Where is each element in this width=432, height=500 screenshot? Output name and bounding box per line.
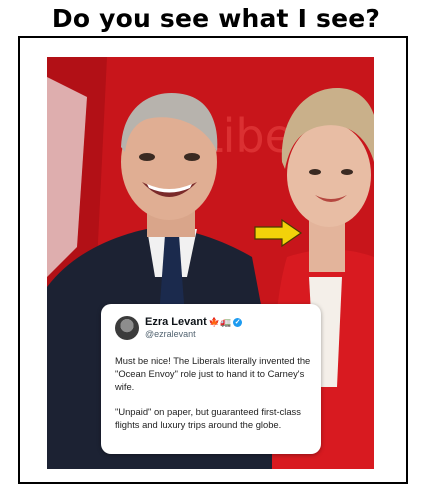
image-frame: Libe Ezra Levant 🍁🚛 ✓ @ezralevant Must b…	[18, 36, 408, 484]
avatar	[115, 316, 139, 340]
tweet-paragraph-1: Must be nice! The Liberals literally inv…	[115, 355, 311, 392]
headline: Do you see what I see?	[51, 4, 381, 33]
author-emoji: 🍁🚛	[208, 317, 232, 327]
verified-badge-icon: ✓	[233, 318, 243, 327]
author-handle: @ezralevant	[145, 329, 196, 339]
author-name: Ezra Levant	[145, 316, 207, 328]
photo: Libe Ezra Levant 🍁🚛 ✓ @ezralevant Must b…	[47, 57, 374, 469]
tweet-author: Ezra Levant 🍁🚛 ✓	[145, 316, 243, 328]
tweet-card: Ezra Levant 🍁🚛 ✓ @ezralevant Must be nice!…	[101, 304, 321, 454]
tweet-paragraph-2: "Unpaid" on paper, but guaranteed first-…	[115, 406, 301, 430]
